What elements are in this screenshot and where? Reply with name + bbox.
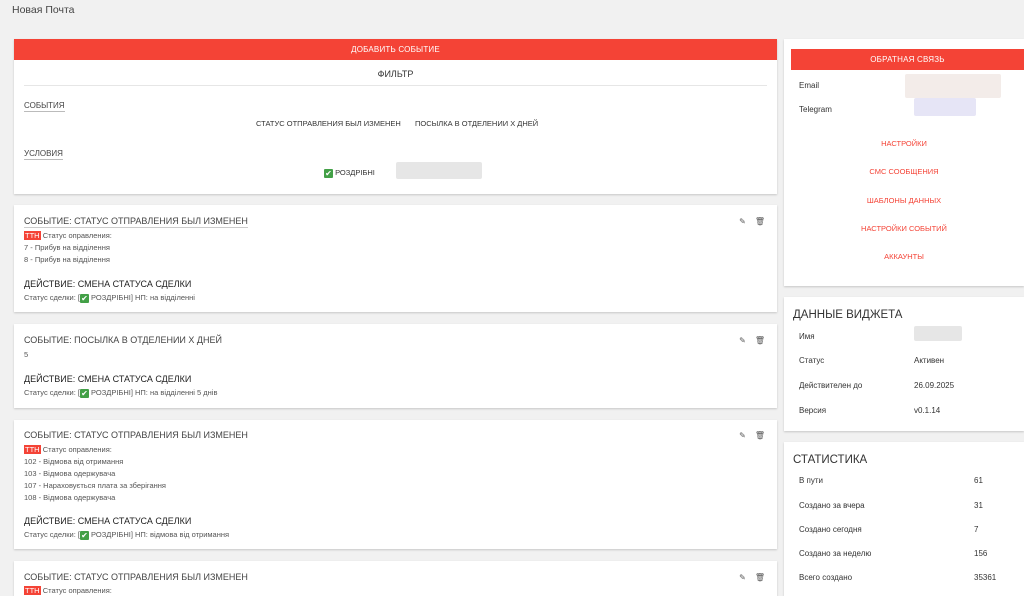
checkbox-checked-icon: ✔ (79, 388, 89, 398)
stats-title: СТАТИСТИКА (793, 454, 868, 466)
deal-pipeline: РОЗДРІБНІ] НП: відмова від отримання (91, 530, 230, 539)
stats-value: 61 (974, 476, 983, 485)
deal-status-line: Статус сделки: [✔ РОЗДРІБНІ] НП: на відд… (24, 293, 195, 303)
pencil-icon[interactable]: ✎ (739, 336, 746, 345)
trash-icon[interactable]: 🗑 (755, 217, 765, 226)
status-line: 8 - Прибув на відділення (24, 255, 110, 264)
redacted-telegram (914, 98, 976, 116)
stats-key: Создано сегодня (799, 525, 862, 534)
deal-prefix: Статус сделки: [ (24, 293, 80, 302)
link-event-settings[interactable]: НАСТРОЙКИ СОБЫТИЙ (784, 224, 1024, 233)
stats-value: 7 (974, 525, 979, 534)
redacted-name (914, 326, 962, 341)
event-title: СОБЫТИЕ: СТАТУС ОТПРАВЛЕНИЯ БЫЛ ИЗМЕНЕН (24, 216, 248, 228)
event-title: СОБЫТИЕ: ПОСЫЛКА В ОТДЕЛЕНИИ X ДНЕЙ (24, 335, 222, 345)
divider (24, 85, 767, 86)
telegram-label: Telegram (799, 105, 832, 114)
checkbox-checked-icon[interactable]: ✔ (324, 168, 333, 178)
events-label: СОБЫТИЯ (24, 101, 65, 112)
redacted-field (396, 162, 482, 179)
widget-key: Статус (799, 356, 825, 365)
status-line: 102 - Відмова від отримання (24, 457, 124, 466)
condition-chip[interactable]: ✔ РОЗДРІБНІ (324, 168, 375, 178)
stats-key: Всего создано (799, 573, 853, 582)
checkbox-checked-icon: ✔ (79, 293, 89, 303)
stats-key: Создано за неделю (799, 549, 872, 558)
stats-value: 35361 (974, 573, 997, 582)
event-title: СОБЫТИЕ: СТАТУС ОТПРАВЛЕНИЯ БЫЛ ИЗМЕНЕН (24, 430, 248, 440)
add-event-button[interactable]: ДОБАВИТЬ СОБЫТИЕ (14, 39, 777, 60)
event-type-parcel-days[interactable]: ПОСЫЛКА В ОТДЕЛЕНИИ X ДНЕЙ (415, 119, 538, 128)
trash-icon[interactable]: 🗑 (755, 573, 765, 582)
feedback-button[interactable]: ОБРАТНАЯ СВЯЗЬ (791, 49, 1024, 70)
ttn-badge: ТТН (24, 586, 41, 595)
status-line: 7 - Прибув на відділення (24, 243, 110, 252)
deal-pipeline: РОЗДРІБНІ] НП: на відділенні (91, 293, 195, 302)
email-label: Email (799, 81, 820, 90)
action-title: ДЕЙСТВИЕ: СМЕНА СТАТУСА СДЕЛКИ (24, 516, 192, 526)
event-actions: ✎ 🗑 (730, 336, 765, 345)
widget-value: Активен (914, 356, 945, 365)
status-line: 108 - Відмова одержувача (24, 493, 116, 502)
widget-value: v0.1.14 (914, 406, 941, 415)
checkbox-checked-icon: ✔ (79, 530, 89, 540)
trash-icon[interactable]: 🗑 (755, 336, 765, 345)
event-card: СОБЫТИЕ: СТАТУС ОТПРАВЛЕНИЯ БЫЛ ИЗМЕНЕН … (14, 205, 777, 312)
status-label-line: ТТН Статус оправления: (24, 231, 112, 240)
ttn-badge: ТТН (24, 231, 41, 240)
filter-title: ФИЛЬТР (377, 69, 414, 79)
redacted-email (905, 74, 1001, 98)
widget-key: Имя (799, 332, 815, 341)
action-title: ДЕЙСТВИЕ: СМЕНА СТАТУСА СДЕЛКИ (24, 374, 192, 384)
stats-value: 31 (974, 501, 983, 510)
ttn-badge: ТТН (24, 445, 41, 454)
status-label-line: ТТН Статус оправления: (24, 445, 112, 454)
deal-prefix: Статус сделки: [ (24, 388, 80, 397)
widget-key: Действителен до (799, 381, 863, 390)
link-accounts[interactable]: АККАУНТЫ (784, 252, 1024, 261)
link-templates[interactable]: ШАБЛОНЫ ДАННЫХ (784, 196, 1024, 205)
status-label: Статус оправления: (42, 445, 112, 454)
action-title: ДЕЙСТВИЕ: СМЕНА СТАТУСА СДЕЛКИ (24, 279, 192, 289)
statistics-card: СТАТИСТИКА В пути 61 Создано за вчера 31… (784, 442, 1024, 596)
event-actions: ✎ 🗑 (730, 217, 765, 226)
conditions-label: УСЛОВИЯ (24, 149, 63, 160)
days-value: 5 (24, 350, 29, 359)
link-sms[interactable]: СМС СООБЩЕНИЯ (784, 167, 1024, 176)
stats-key: Создано за вчера (799, 501, 865, 510)
link-settings[interactable]: НАСТРОЙКИ (784, 139, 1024, 148)
app-title: Новая Почта (12, 4, 75, 16)
event-actions: ✎ 🗑 (730, 431, 765, 440)
widget-key: Версия (799, 406, 827, 415)
widget-title: ДАННЫЕ ВИДЖЕТА (793, 309, 903, 321)
status-label: Статус оправления: (42, 231, 112, 240)
event-card: СОБЫТИЕ: СТАТУС ОТПРАВЛЕНИЯ БЫЛ ИЗМЕНЕН … (14, 561, 777, 596)
status-line: 107 - Нараховується плата за зберігання (24, 481, 166, 490)
pencil-icon[interactable]: ✎ (739, 431, 746, 440)
event-card: СОБЫТИЕ: ПОСЫЛКА В ОТДЕЛЕНИИ X ДНЕЙ ✎ 🗑 5… (14, 324, 777, 408)
condition-label: РОЗДРІБНІ (335, 168, 375, 177)
status-line: 103 - Відмова одержувача (24, 469, 116, 478)
deal-prefix: Статус сделки: [ (24, 530, 80, 539)
widget-data-card: ДАННЫЕ ВИДЖЕТА Имя Статус Активен Действ… (784, 297, 1024, 431)
event-card: СОБЫТИЕ: СТАТУС ОТПРАВЛЕНИЯ БЫЛ ИЗМЕНЕН … (14, 420, 777, 549)
trash-icon[interactable]: 🗑 (755, 431, 765, 440)
sidebar-links-card: ОБРАТНАЯ СВЯЗЬ Email Telegram НАСТРОЙКИ … (784, 39, 1024, 286)
widget-value: 26.09.2025 (914, 381, 955, 390)
deal-pipeline: РОЗДРІБНІ] НП: на відділенні 5 днів (91, 388, 218, 397)
event-title: СОБЫТИЕ: СТАТУС ОТПРАВЛЕНИЯ БЫЛ ИЗМЕНЕН (24, 572, 248, 582)
filter-card: ДОБАВИТЬ СОБЫТИЕ ФИЛЬТР СОБЫТИЯ СТАТУС О… (14, 39, 777, 194)
pencil-icon[interactable]: ✎ (739, 573, 746, 582)
stats-value: 156 (974, 549, 988, 558)
status-label: Статус оправления: (42, 586, 112, 595)
stats-key: В пути (799, 476, 824, 485)
deal-status-line: Статус сделки: [✔ РОЗДРІБНІ] НП: на відд… (24, 388, 217, 398)
event-actions: ✎ 🗑 (730, 573, 765, 582)
deal-status-line: Статус сделки: [✔ РОЗДРІБНІ] НП: відмова… (24, 530, 229, 540)
status-label-line: ТТН Статус оправления: (24, 586, 112, 595)
event-type-status-changed[interactable]: СТАТУС ОТПРАВЛЕНИЯ БЫЛ ИЗМЕНЕН (256, 119, 401, 128)
pencil-icon[interactable]: ✎ (739, 217, 746, 226)
